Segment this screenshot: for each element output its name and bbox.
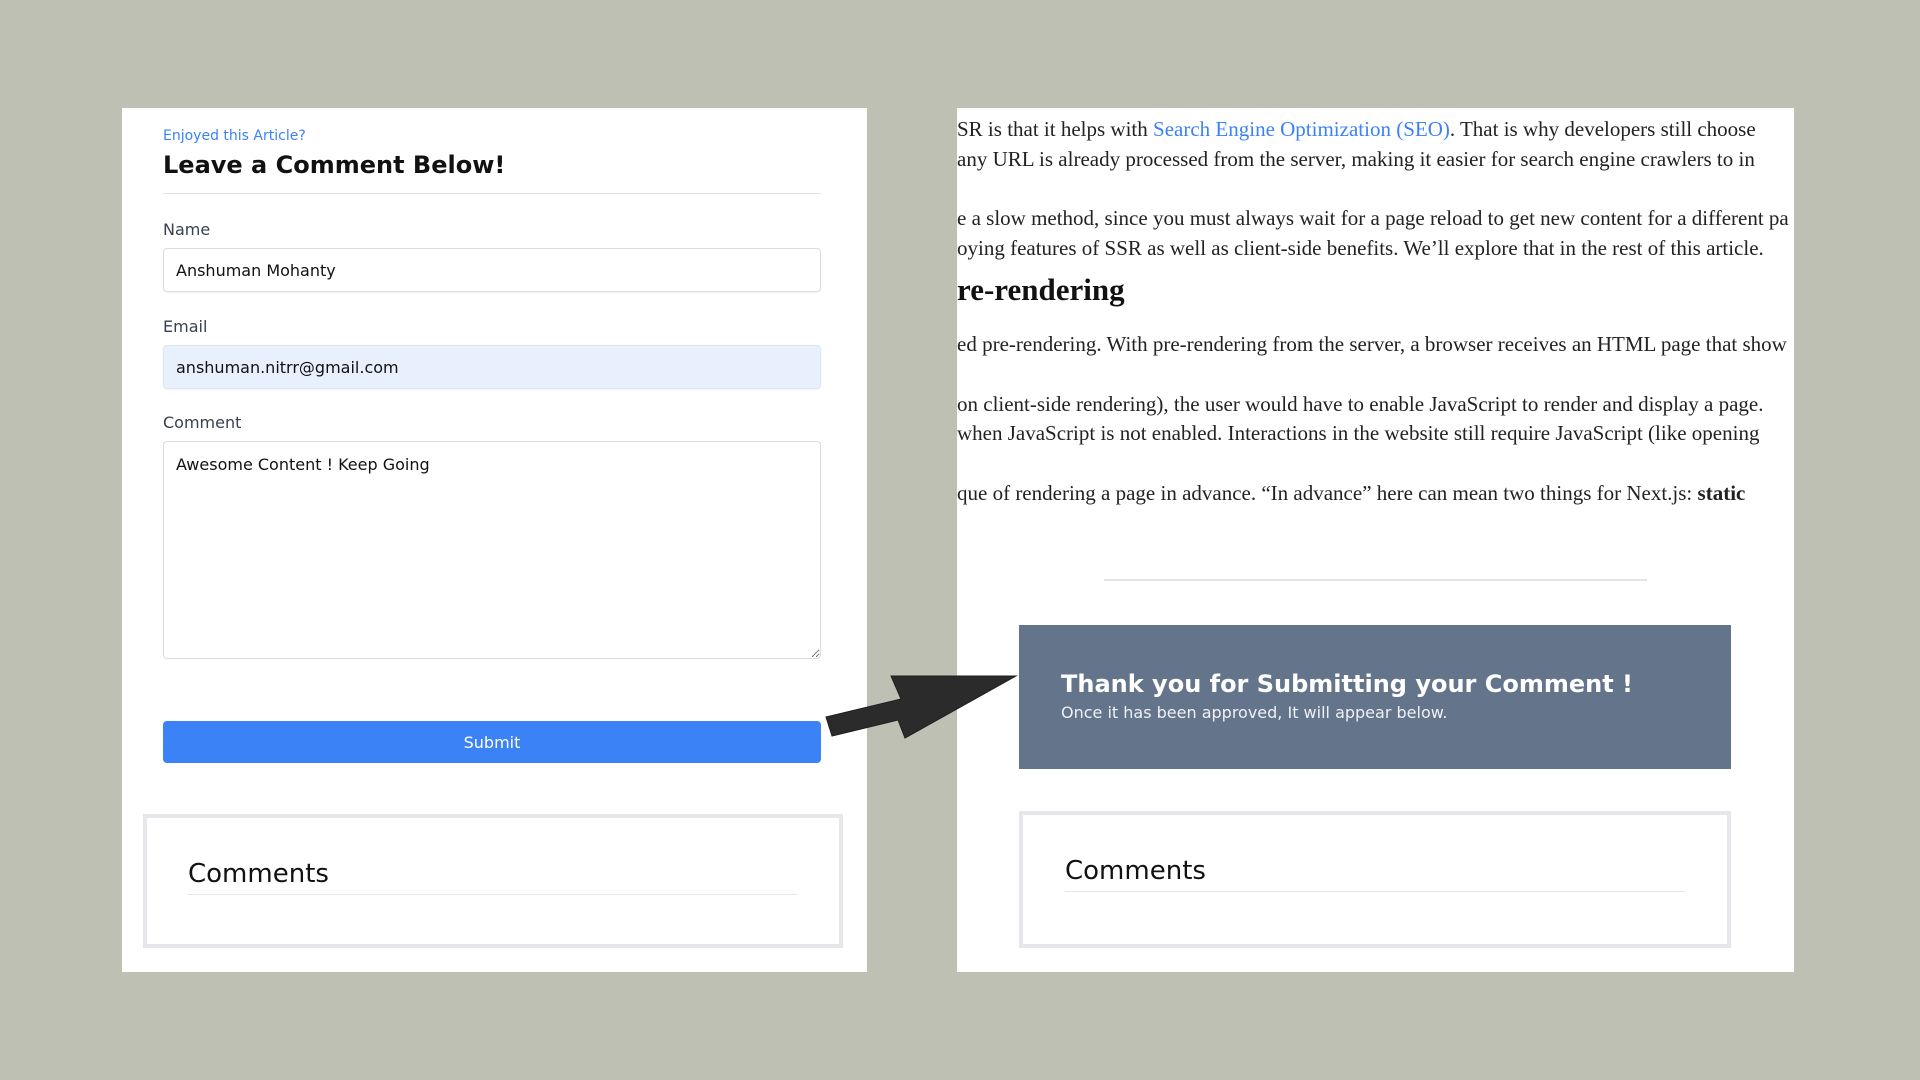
email-label: Email <box>163 317 208 336</box>
form-title: Leave a Comment Below! <box>163 151 506 179</box>
article-separator <box>1104 579 1647 581</box>
article-text: que of rendering a page in advance. “In … <box>957 481 1698 505</box>
article-line: on client-side rendering), the user woul… <box>957 392 1764 416</box>
seo-link[interactable]: Search Engine Optimization (SEO) <box>1153 117 1450 141</box>
article-text: . That is why developers still choose <box>1449 117 1756 141</box>
confirmation-title: Thank you for Submitting your Comment ! <box>1061 670 1633 698</box>
submit-button[interactable]: Submit <box>163 721 821 763</box>
article-line: que of rendering a page in advance. “In … <box>957 480 1745 506</box>
name-label: Name <box>163 220 211 239</box>
confirmation-banner: Thank you for Submitting your Comment ! … <box>1019 625 1731 769</box>
article-line: ed pre-rendering. With pre-rendering fro… <box>957 332 1787 356</box>
article-line: oying features of SSR as well as client-… <box>957 236 1764 260</box>
article-line: e a slow method, since you must always w… <box>957 206 1789 230</box>
article-panel: SR is that it helps with Search Engine O… <box>957 108 1794 972</box>
name-input[interactable] <box>163 248 821 292</box>
article-line: when JavaScript is not enabled. Interact… <box>957 421 1760 445</box>
comment-label: Comment <box>163 413 242 432</box>
comment-textarea[interactable]: Awesome Content ! Keep Going <box>163 441 821 659</box>
confirmation-subtitle: Once it has been approved, It will appea… <box>1061 703 1448 722</box>
form-kicker: Enjoyed this Article? <box>163 128 306 144</box>
comments-section-before: Comments <box>143 814 843 948</box>
form-divider <box>163 193 821 194</box>
comments-section-after: Comments <box>1019 811 1731 948</box>
article-line: any URL is already processed from the se… <box>957 147 1755 171</box>
comments-divider <box>1065 891 1685 892</box>
comment-form-panel: Enjoyed this Article? Leave a Comment Be… <box>122 108 867 972</box>
comments-title: Comments <box>188 859 329 889</box>
email-input[interactable] <box>163 345 821 389</box>
article-line: SR is that it helps with Search Engine O… <box>957 116 1756 142</box>
article-text: SR is that it helps with <box>957 117 1154 141</box>
comments-divider <box>188 894 798 895</box>
comment-form: Enjoyed this Article? Leave a Comment Be… <box>163 127 821 763</box>
comments-title: Comments <box>1065 856 1206 886</box>
article-heading: re-rendering <box>957 272 1125 307</box>
article-bold-text: static <box>1697 481 1746 505</box>
